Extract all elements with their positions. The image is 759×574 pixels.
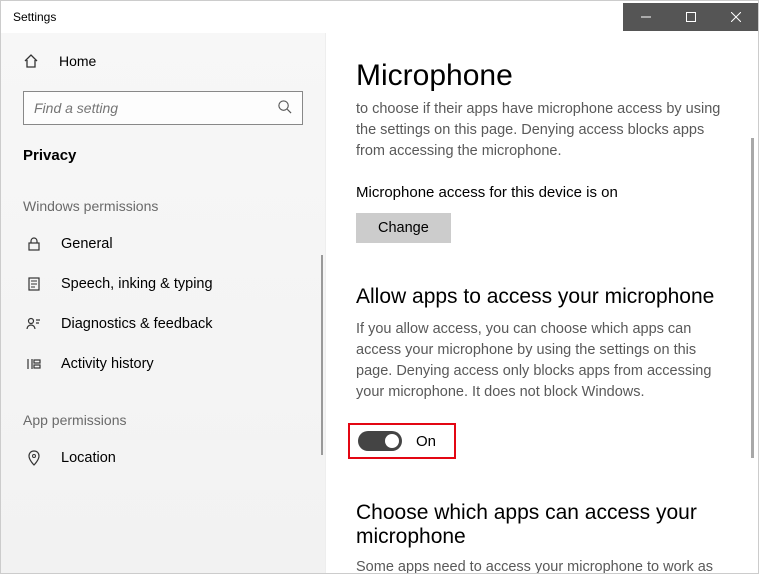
category-heading: Privacy bbox=[1, 143, 325, 170]
maximize-button[interactable] bbox=[668, 3, 713, 31]
allow-apps-desc: If you allow access, you can choose whic… bbox=[356, 319, 736, 403]
search-input[interactable] bbox=[34, 100, 277, 116]
lock-icon bbox=[23, 236, 45, 252]
minimize-button[interactable] bbox=[623, 3, 668, 31]
home-nav[interactable]: Home bbox=[1, 45, 325, 77]
choose-apps-desc: Some apps need to access your microphone… bbox=[356, 559, 736, 573]
device-access-status: Microphone access for this device is on bbox=[356, 184, 740, 201]
title-bar: Settings bbox=[1, 1, 758, 33]
activity-icon bbox=[23, 356, 45, 372]
content-pane: Microphone to choose if their apps have … bbox=[326, 33, 758, 573]
search-icon bbox=[277, 99, 292, 117]
nav-activity[interactable]: Activity history bbox=[1, 344, 325, 384]
group-windows-permissions: Windows permissions bbox=[1, 170, 325, 224]
nav-diagnostics[interactable]: Diagnostics & feedback bbox=[1, 304, 325, 344]
nav-label: Speech, inking & typing bbox=[61, 276, 213, 292]
close-icon bbox=[731, 12, 741, 22]
toggle-state-label: On bbox=[416, 433, 436, 450]
nav-general[interactable]: General bbox=[1, 224, 325, 264]
maximize-icon bbox=[686, 12, 696, 22]
content-scrollbar[interactable] bbox=[751, 138, 754, 458]
clipboard-icon bbox=[23, 276, 45, 292]
nav-location[interactable]: Location bbox=[1, 438, 325, 478]
search-box[interactable] bbox=[23, 91, 303, 125]
nav-label: Activity history bbox=[61, 356, 154, 372]
feedback-icon bbox=[23, 316, 45, 332]
window-controls bbox=[623, 3, 758, 31]
home-icon bbox=[23, 53, 45, 69]
close-button[interactable] bbox=[713, 3, 758, 31]
window-title: Settings bbox=[1, 10, 623, 24]
change-button[interactable]: Change bbox=[356, 213, 451, 243]
nav-label: Diagnostics & feedback bbox=[61, 316, 213, 332]
nav-speech[interactable]: Speech, inking & typing bbox=[1, 264, 325, 304]
toggle-knob bbox=[385, 434, 399, 448]
page-title: Microphone bbox=[356, 59, 740, 93]
nav-label: General bbox=[61, 236, 113, 252]
group-app-permissions: App permissions bbox=[1, 384, 325, 438]
allow-apps-toggle[interactable] bbox=[358, 431, 402, 451]
section-allow-apps: Allow apps to access your microphone bbox=[356, 285, 736, 309]
nav-label: Location bbox=[61, 450, 116, 466]
minimize-icon bbox=[641, 12, 651, 22]
sidebar: Home Privacy Windows permissions General… bbox=[1, 33, 326, 573]
sidebar-scrollbar[interactable] bbox=[321, 255, 323, 455]
location-icon bbox=[23, 450, 45, 466]
intro-text: to choose if their apps have microphone … bbox=[356, 99, 736, 162]
home-label: Home bbox=[59, 53, 96, 69]
allow-apps-toggle-row: On bbox=[348, 423, 456, 459]
section-choose-apps: Choose which apps can access your microp… bbox=[356, 501, 736, 549]
